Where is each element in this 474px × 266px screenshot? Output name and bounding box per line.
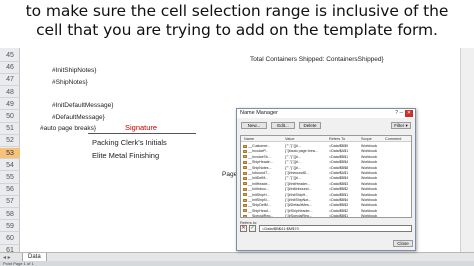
column-header[interactable]: Value: [285, 136, 294, 142]
named-range-icon: [243, 193, 247, 197]
init-ship-notes-cell[interactable]: #InitShipNotes}: [52, 67, 96, 75]
row-header[interactable]: 46: [0, 62, 20, 74]
accept-icon[interactable]: ✓: [249, 225, 256, 232]
row-header[interactable]: 60: [0, 233, 20, 245]
close-icon[interactable]: ✕: [405, 110, 413, 117]
named-range-icon: [243, 187, 247, 191]
named-range-icon: [243, 144, 247, 148]
ship-notes-cell[interactable]: #ShipNotes}: [52, 79, 88, 87]
auto-page-breaks-cell[interactable]: #auto page breaks}: [40, 125, 96, 133]
total-containers-cell[interactable]: Total Containers Shipped: ContainersShip…: [250, 56, 384, 64]
new-button[interactable]: New...: [241, 122, 267, 129]
names-table[interactable]: Name Value Refers To Scope Comment __Cus…: [240, 135, 412, 218]
tab-scroll-arrows[interactable]: ◂ ▸: [3, 254, 11, 261]
column-header[interactable]: Comment: [385, 136, 401, 142]
edit-button[interactable]: Edit...: [271, 122, 295, 129]
signature-cell[interactable]: Signature: [125, 124, 157, 132]
table-cell-refers: =Data!$B$1: [329, 214, 349, 218]
refers-to-input[interactable]: =Data!$B$41:$M$70: [259, 225, 412, 232]
row-header[interactable]: 48: [0, 87, 20, 99]
named-range-icon: [243, 209, 247, 213]
vertical-scrollbar[interactable]: [460, 48, 474, 259]
row-header[interactable]: 52: [0, 135, 20, 147]
named-range-icon: [243, 203, 247, 207]
row-header[interactable]: 57: [0, 196, 20, 208]
named-range-icon: [243, 171, 247, 175]
named-range-icon: [243, 176, 247, 180]
cancel-icon[interactable]: ✕: [240, 225, 247, 232]
row-headers: 45 46 47 48 49 50 51 52 53 54 55 56 57 58 59 60 61: [0, 48, 20, 259]
column-header[interactable]: Scope: [361, 136, 372, 142]
signature-line: [88, 133, 196, 134]
row-header[interactable]: 56: [0, 184, 20, 196]
column-header[interactable]: Name: [244, 136, 254, 142]
name-manager-dialog: Name Manager ? ─ ✕ New... Edit... Delete…: [236, 108, 416, 251]
table-row[interactable]: __SpecialReq... {"{#SpecialReq... =Data!$B…: [241, 213, 411, 218]
row-header[interactable]: 50: [0, 111, 20, 123]
filter-button[interactable]: Filter ▾: [391, 122, 411, 129]
status-bar: Point Page 1 of 1: [0, 261, 474, 266]
table-cell-scope: Workbook: [361, 214, 378, 218]
table-cell-name: __SpecialReq...: [248, 214, 274, 218]
close-button[interactable]: Close: [393, 240, 413, 247]
caption-line-1: to make sure the cell selection range is…: [25, 2, 449, 20]
named-range-icon: [243, 160, 247, 164]
packing-clerk-cell[interactable]: Packing Clerk's Initials: [92, 139, 167, 147]
table-header: Name Value Refers To Scope Comment: [241, 136, 411, 142]
named-range-icon: [243, 198, 247, 202]
elite-metal-cell[interactable]: Elite Metal Finishing: [92, 152, 159, 160]
row-header[interactable]: 58: [0, 209, 20, 221]
column-header[interactable]: Refers To: [329, 136, 345, 142]
row-header[interactable]: 47: [0, 74, 20, 86]
row-header[interactable]: 54: [0, 160, 20, 172]
row-header[interactable]: 45: [0, 50, 20, 62]
row-header[interactable]: 55: [0, 172, 20, 184]
page-cell[interactable]: Page: [222, 171, 237, 179]
dialog-title: Name Manager: [237, 109, 415, 118]
named-range-icon: [243, 182, 247, 186]
named-range-icon: [243, 155, 247, 159]
sheet-tabs-bar: ◂ ▸ Data: [0, 252, 474, 262]
named-range-icon: [243, 166, 247, 170]
row-header[interactable]: 59: [0, 221, 20, 233]
row-header[interactable]: 51: [0, 123, 20, 135]
video-caption: to make sure the cell selection range is…: [0, 0, 474, 48]
init-default-message-cell[interactable]: #InitDefaultMessage}: [52, 102, 113, 110]
table-cell-value: {"{#SpecialReq...: [285, 214, 313, 218]
delete-button[interactable]: Delete: [299, 122, 321, 129]
row-header[interactable]: 53: [0, 147, 20, 160]
named-range-icon: [243, 149, 247, 153]
caption-line-2: cell that you are trying to add on the t…: [36, 21, 438, 39]
row-header[interactable]: 49: [0, 99, 20, 111]
help-icon[interactable]: ? ─: [395, 109, 403, 118]
default-message-cell[interactable]: #DefaultMessage}: [52, 114, 105, 122]
named-range-icon: [243, 214, 247, 217]
